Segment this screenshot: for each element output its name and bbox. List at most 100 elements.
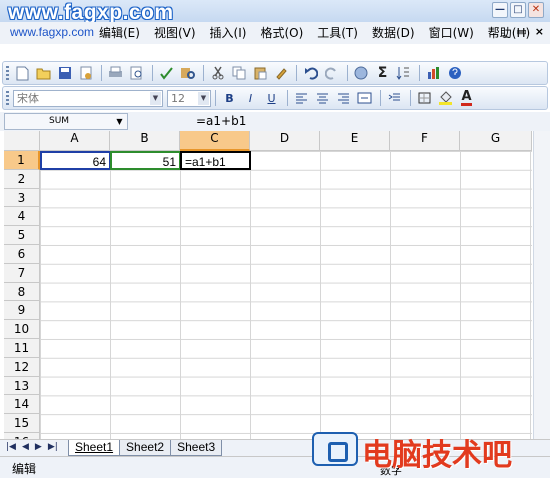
- research-icon[interactable]: [178, 64, 197, 83]
- row-header-3[interactable]: 3: [4, 188, 40, 208]
- column-header-b[interactable]: B: [110, 131, 180, 151]
- cell-area[interactable]: [40, 151, 532, 439]
- watermark-url-small: www.fagxp.com: [10, 25, 95, 39]
- font-name-value: 宋体: [17, 91, 39, 105]
- row-header-12[interactable]: 12: [4, 357, 40, 377]
- standard-toolbar: Σ: [2, 61, 548, 85]
- print-preview-icon[interactable]: [127, 64, 146, 83]
- spelling-icon[interactable]: [157, 64, 176, 83]
- toolbar-separator: [203, 65, 204, 81]
- doc-minimize-button[interactable]: _: [503, 25, 509, 38]
- window-controls: — □ ✕: [492, 2, 544, 18]
- align-right-icon[interactable]: [334, 89, 353, 108]
- new-icon[interactable]: [13, 64, 32, 83]
- first-sheet-icon[interactable]: |◀: [6, 442, 16, 452]
- chevron-down-icon[interactable]: ▼: [198, 91, 209, 105]
- row-header-2[interactable]: 2: [4, 169, 40, 189]
- menu-edit[interactable]: 编辑(E): [92, 25, 147, 41]
- row-header-13[interactable]: 13: [4, 376, 40, 396]
- merge-center-icon[interactable]: [355, 89, 374, 108]
- format-painter-icon[interactable]: [271, 64, 290, 83]
- toolbar-grip[interactable]: [6, 66, 9, 81]
- menu-bar: www.fagxp.com 编辑(E) 视图(V) 插入(I) 格式(O) 工具…: [0, 22, 550, 44]
- sort-ascending-icon[interactable]: [394, 64, 413, 83]
- column-header-g[interactable]: G: [460, 131, 532, 151]
- autosum-icon[interactable]: Σ: [373, 64, 392, 83]
- formula-text: =a1+b1: [196, 114, 247, 128]
- row-header-14[interactable]: 14: [4, 395, 40, 415]
- row-header-10[interactable]: 10: [4, 320, 40, 339]
- toolbar-separator: [410, 90, 411, 106]
- italic-button[interactable]: I: [241, 89, 260, 108]
- row-header-1[interactable]: 1: [4, 151, 40, 170]
- open-icon[interactable]: [34, 64, 53, 83]
- sheet-tab-2[interactable]: Sheet2: [119, 440, 172, 456]
- column-header-e[interactable]: E: [320, 131, 390, 151]
- toolbar-grip[interactable]: [6, 91, 9, 106]
- column-header-c[interactable]: C: [180, 131, 250, 151]
- close-button[interactable]: ✕: [528, 2, 544, 18]
- copy-icon[interactable]: [229, 64, 248, 83]
- font-size-value: 12: [171, 91, 185, 105]
- row-header-4[interactable]: 4: [4, 207, 40, 227]
- menu-data[interactable]: 数据(D): [365, 25, 422, 41]
- permission-icon[interactable]: [76, 64, 95, 83]
- font-name-select[interactable]: 宋体 ▼: [13, 89, 163, 107]
- last-sheet-icon[interactable]: ▶|: [48, 442, 58, 452]
- align-center-icon[interactable]: [313, 89, 332, 108]
- fill-color-icon[interactable]: [436, 89, 455, 108]
- font-size-select[interactable]: 12 ▼: [167, 89, 211, 107]
- align-left-icon[interactable]: [292, 89, 311, 108]
- redo-icon[interactable]: [322, 64, 341, 83]
- save-icon[interactable]: [55, 64, 74, 83]
- cell-b1[interactable]: 51: [110, 151, 181, 170]
- chevron-down-icon[interactable]: ▼: [113, 115, 126, 128]
- minimize-button[interactable]: —: [492, 2, 508, 18]
- chevron-down-icon[interactable]: ▼: [150, 91, 161, 105]
- undo-icon[interactable]: [301, 64, 320, 83]
- row-header-5[interactable]: 5: [4, 226, 40, 245]
- prev-sheet-icon[interactable]: ◀: [22, 442, 29, 452]
- select-all-corner[interactable]: [4, 131, 40, 151]
- cell-c1-active[interactable]: =a1+b1: [180, 151, 251, 170]
- toolbar-separator: [296, 65, 297, 81]
- help-icon[interactable]: [445, 64, 464, 83]
- vertical-scrollbar[interactable]: [533, 131, 550, 439]
- column-header-d[interactable]: D: [250, 131, 320, 151]
- doc-restore-button[interactable]: ▭: [516, 25, 526, 38]
- borders-icon[interactable]: [415, 89, 434, 108]
- column-header-a[interactable]: A: [40, 131, 110, 151]
- row-header-15[interactable]: 15: [4, 414, 40, 433]
- cut-icon[interactable]: [208, 64, 227, 83]
- paste-icon[interactable]: [250, 64, 269, 83]
- chart-wizard-icon[interactable]: [424, 64, 443, 83]
- row-header-8[interactable]: 8: [4, 282, 40, 302]
- underline-button[interactable]: U: [262, 89, 281, 108]
- menu-items: 编辑(E) 视图(V) 插入(I) 格式(O) 工具(T) 数据(D) 窗口(W…: [92, 25, 537, 41]
- name-box[interactable]: SUM ▼: [4, 113, 128, 130]
- menu-view[interactable]: 视图(V): [147, 25, 203, 41]
- print-icon[interactable]: [106, 64, 125, 83]
- menu-insert[interactable]: 插入(I): [203, 25, 254, 41]
- cell-a1[interactable]: 64: [40, 151, 111, 170]
- row-header-7[interactable]: 7: [4, 263, 40, 283]
- sheet-tab-1[interactable]: Sheet1: [68, 440, 121, 456]
- increase-indent-icon[interactable]: [385, 89, 404, 108]
- row-header-9[interactable]: 9: [4, 301, 40, 321]
- hyperlink-icon[interactable]: [352, 64, 371, 83]
- font-color-glyph: A: [461, 88, 472, 106]
- doc-close-button[interactable]: ×: [535, 25, 544, 38]
- row-header-11[interactable]: 11: [4, 339, 40, 358]
- toolbar-separator: [215, 90, 216, 106]
- menu-format[interactable]: 格式(O): [253, 25, 310, 41]
- next-sheet-icon[interactable]: ▶: [35, 442, 42, 452]
- menu-tools[interactable]: 工具(T): [310, 25, 365, 41]
- formula-input[interactable]: =a1+b1: [196, 114, 246, 129]
- column-header-f[interactable]: F: [390, 131, 460, 151]
- bold-button[interactable]: B: [220, 89, 239, 108]
- row-header-6[interactable]: 6: [4, 245, 40, 264]
- sheet-tab-3[interactable]: Sheet3: [170, 440, 223, 456]
- font-color-button[interactable]: A: [457, 89, 476, 108]
- maximize-button[interactable]: □: [510, 2, 526, 18]
- menu-window[interactable]: 窗口(W): [422, 25, 481, 41]
